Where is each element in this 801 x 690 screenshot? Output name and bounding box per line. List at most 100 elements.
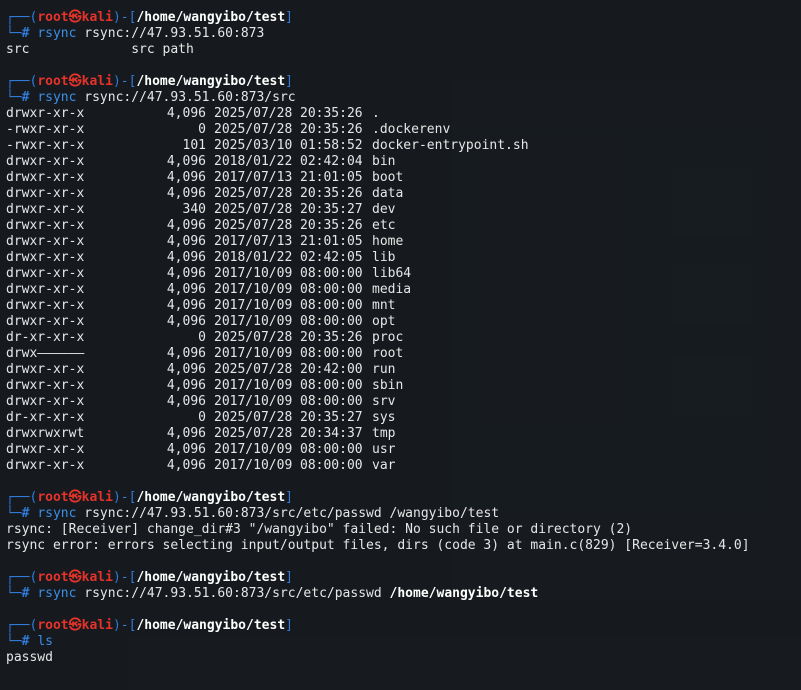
listing-name: media	[372, 282, 412, 297]
listing-date: 2025/07/28	[214, 186, 293, 201]
listing-permissions: drwxr-xr-x	[6, 362, 85, 377]
prompt-host: kali	[81, 618, 113, 633]
listing-row: drwxr-xr-x 4,096 2017/10/09 08:00:00 opt	[6, 314, 750, 330]
prompt-frame: ┌──(	[6, 10, 38, 25]
listing-row: drwxr-xr-x 4,096 2025/07/28 20:35:26.	[6, 106, 750, 122]
listing-time: 08:00:00	[300, 378, 363, 393]
listing-size: 4,096	[166, 186, 206, 201]
listing-name: bin	[372, 154, 396, 169]
listing-time: 20:35:27	[300, 410, 363, 425]
listing-size: 4,096	[166, 346, 206, 361]
prompt-header-line: ┌──(root㉿kali)-[/home/wangyibo/test]	[6, 618, 750, 634]
listing-size: 4,096	[166, 234, 206, 249]
command-line: └─# rsync rsync://47.93.51.60:873	[6, 26, 750, 42]
listing-time: 21:01:05	[300, 170, 363, 185]
prompt-user: root	[37, 490, 69, 505]
listing-date: 2018/01/22	[214, 154, 293, 169]
listing-name: srv	[372, 394, 396, 409]
listing-permissions: drwxr-xr-x	[6, 378, 85, 393]
listing-date: 2025/07/28	[214, 410, 293, 425]
listing-date: 2017/10/09	[214, 394, 293, 409]
listing-name: root	[372, 346, 404, 361]
listing-time: 08:00:00	[300, 394, 363, 409]
listing-time: 20:42:00	[300, 362, 363, 377]
listing-time: 08:00:00	[300, 346, 363, 361]
command-args: rsync://47.93.51.60:873	[84, 26, 265, 41]
listing-row: drwxr-xr-x 4,096 2017/10/09 08:00:00 sbin	[6, 378, 750, 394]
listing-permissions: drwxr-xr-x	[6, 218, 85, 233]
listing-row: drwxr-xr-x 4,096 2025/07/28 20:42:00 run	[6, 362, 750, 378]
listing-size: 0	[198, 410, 206, 425]
command-line: └─# rsync rsync://47.93.51.60:873/src	[6, 90, 750, 106]
listing-row: drwxr-xr-x 4,096 2025/07/28 20:35:26 etc	[6, 218, 750, 234]
listing-row: drwxrwxrwt 4,096 2025/07/28 20:34:37 tmp	[6, 426, 750, 442]
listing-time: 21:01:05	[300, 234, 363, 249]
listing-time: 20:35:26	[300, 330, 363, 345]
command-line: └─# rsync rsync://47.93.51.60:873/src/et…	[6, 586, 750, 602]
listing-size: 4,096	[166, 426, 206, 441]
listing-row: drwxr-xr-x 4,096 2017/10/09 08:00:00 srv	[6, 394, 750, 410]
listing-date: 2025/07/28	[214, 122, 293, 137]
listing-size: 4,096	[166, 106, 206, 121]
kali-at-icon: ㉿	[68, 74, 82, 89]
listing-row: drwx—————— 4,096 2017/10/09 08:00:00 root	[6, 346, 750, 362]
listing-date: 2017/10/09	[214, 442, 293, 457]
prompt-host: kali	[81, 10, 113, 25]
prompt-header-line: ┌──(root㉿kali)-[/home/wangyibo/test]	[6, 490, 750, 506]
command-args-path: /home/wangyibo/test	[389, 586, 539, 601]
listing-permissions: drwxr-xr-x	[6, 298, 85, 313]
kali-at-icon: ㉿	[68, 570, 82, 585]
listing-row: drwxr-xr-x 4,096 2018/01/22 02:42:04 bin	[6, 154, 750, 170]
command-args: rsync://47.93.51.60:873/src/etc/passwd	[84, 586, 390, 601]
listing-permissions: drwx——————	[6, 346, 85, 361]
listing-name: run	[372, 362, 396, 377]
listing-name: proc	[372, 330, 404, 345]
listing-size: 101	[182, 138, 206, 153]
listing-date: 2017/07/13	[214, 234, 293, 249]
command-name: rsync	[37, 90, 77, 105]
listing-permissions: drwxr-xr-x	[6, 202, 85, 217]
prompt-hash: #	[21, 586, 30, 601]
listing-row: drwxr-xr-x 4,096 2017/07/13 21:01:05 boot	[6, 170, 750, 186]
prompt-frame: ┌──(	[6, 570, 38, 585]
listing-size: 340	[182, 202, 206, 217]
listing-row: drwxr-xr-x 4,096 2017/10/09 08:00:00 mnt	[6, 298, 750, 314]
listing-name: .	[372, 106, 380, 121]
prompt-user: root	[37, 10, 69, 25]
listing-permissions: dr-xr-xr-x	[6, 330, 85, 345]
listing-date: 2025/07/28	[214, 362, 293, 377]
listing-size: 4,096	[166, 250, 206, 265]
listing-permissions: drwxr-xr-x	[6, 394, 85, 409]
output-line: rsync: [Receiver] change_dir#3 "/wangyib…	[6, 522, 633, 537]
listing-time: 08:00:00	[300, 266, 363, 281]
listing-size: 4,096	[166, 458, 206, 473]
listing-date: 2025/07/28	[214, 330, 293, 345]
listing-row: dr-xr-xr-x 0 2025/07/28 20:35:26 proc	[6, 330, 750, 346]
prompt-frame-end: ]	[285, 618, 293, 633]
prompt-cwd: /home/wangyibo/test	[136, 618, 286, 633]
prompt-host: kali	[81, 74, 113, 89]
prompt-frame: └─	[6, 586, 22, 601]
terminal-window[interactable]: ┌──(root㉿kali)-[/home/wangyibo/test] └─# …	[0, 0, 801, 690]
listing-row: drwxr-xr-x 4,096 2018/01/22 02:42:05 lib	[6, 250, 750, 266]
command-line: └─# ls	[6, 634, 750, 650]
listing-size: 4,096	[166, 442, 206, 457]
listing-date: 2025/07/28	[214, 202, 293, 217]
command-name: rsync	[37, 506, 77, 521]
listing-name: lib	[372, 250, 396, 265]
prompt-frame-end: ]	[285, 490, 293, 505]
listing-size: 4,096	[166, 298, 206, 313]
prompt-cwd: /home/wangyibo/test	[136, 490, 286, 505]
output-line: src src path	[6, 42, 194, 57]
prompt-frame-end: ]	[285, 74, 293, 89]
prompt-hash: #	[21, 90, 30, 105]
listing-date: 2017/10/09	[214, 314, 293, 329]
prompt-cwd: /home/wangyibo/test	[136, 74, 286, 89]
output-line: rsync error: errors selecting input/outp…	[6, 538, 750, 553]
listing-name: dev	[372, 202, 396, 217]
prompt-header-line: ┌──(root㉿kali)-[/home/wangyibo/test]	[6, 570, 750, 586]
prompt-cwd: /home/wangyibo/test	[136, 10, 286, 25]
prompt-frame: └─	[6, 634, 22, 649]
listing-size: 4,096	[166, 170, 206, 185]
